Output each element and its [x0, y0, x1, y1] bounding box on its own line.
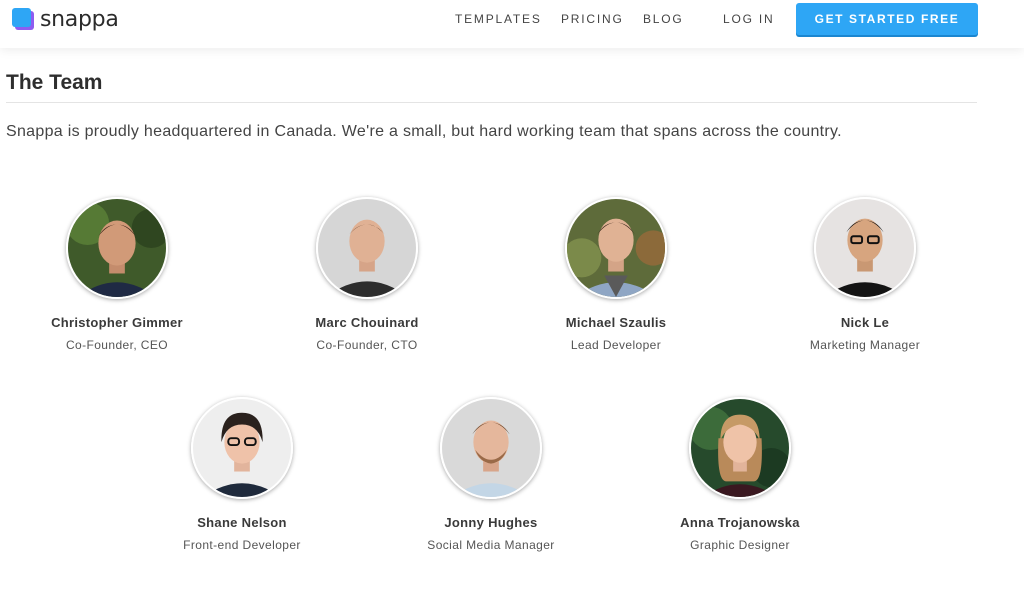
snappa-logo-icon [12, 8, 34, 30]
member-role: Graphic Designer [690, 538, 790, 552]
avatar [66, 197, 168, 299]
member-name: Christopher Gimmer [51, 315, 183, 330]
member-role: Co-Founder, CTO [316, 338, 418, 352]
member-name: Shane Nelson [197, 515, 287, 530]
member-role: Marketing Manager [809, 338, 921, 352]
member-role: Front-end Developer [183, 538, 301, 552]
avatar [316, 197, 418, 299]
member-name: Michael Szaulis [565, 315, 667, 330]
avatar [440, 397, 542, 499]
nav-templates[interactable]: TEMPLATES [455, 12, 542, 26]
nav-blog[interactable]: BLOG [643, 12, 684, 26]
team-member-card: Michael Szaulis Lead Developer [506, 197, 726, 352]
member-name: Anna Trojanowska [680, 515, 800, 530]
team-member-card: Anna Trojanowska Graphic Designer [630, 397, 850, 552]
member-role: Co-Founder, CEO [65, 338, 169, 352]
member-role: Lead Developer [570, 338, 662, 352]
nav-pricing[interactable]: PRICING [561, 12, 624, 26]
avatar [191, 397, 293, 499]
member-name: Jonny Hughes [444, 515, 538, 530]
team-member-card: Marc Chouinard Co-Founder, CTO [257, 197, 477, 352]
logo-text: snappa [40, 6, 119, 32]
intro-text: Snappa is proudly headquartered in Canad… [6, 123, 842, 140]
team-member-card: Christopher Gimmer Co-Founder, CEO [7, 197, 227, 352]
title-divider [6, 102, 977, 103]
member-role: Social Media Manager [427, 538, 555, 552]
get-started-free-button[interactable]: GET STARTED FREE [796, 3, 978, 35]
team-member-card: Nick Le Marketing Manager [755, 197, 975, 352]
team-member-card: Jonny Hughes Social Media Manager [381, 397, 601, 552]
member-name: Nick Le [840, 315, 890, 330]
top-navbar: snappa TEMPLATES PRICING BLOG LOG IN GET… [0, 0, 1024, 48]
member-name: Marc Chouinard [315, 315, 419, 330]
avatar [689, 397, 791, 499]
team-member-card: Shane Nelson Front-end Developer [132, 397, 352, 552]
avatar [814, 197, 916, 299]
snappa-logo[interactable]: snappa [12, 6, 119, 32]
page-title: The Team [6, 71, 103, 94]
avatar [565, 197, 667, 299]
nav-login[interactable]: LOG IN [723, 12, 774, 26]
